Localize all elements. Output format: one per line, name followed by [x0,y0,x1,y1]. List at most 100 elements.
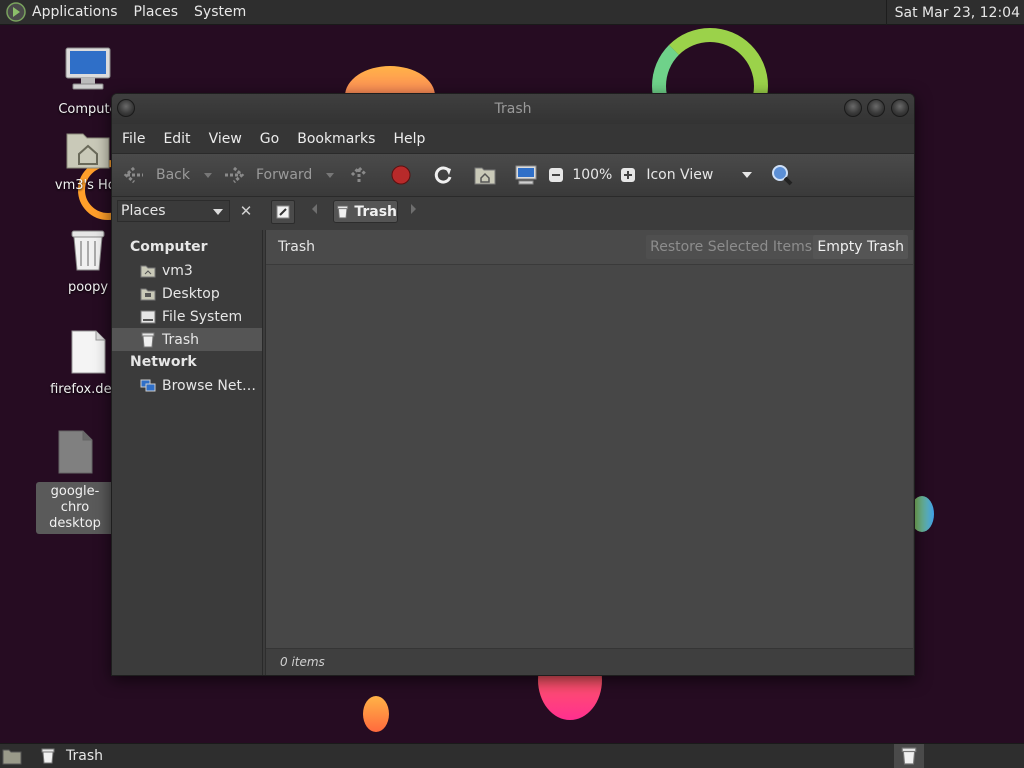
menu-file[interactable]: File [122,131,145,147]
taskbar-item-trash[interactable]: Trash [30,744,270,768]
zoom-in-button[interactable] [620,160,636,190]
places-menu[interactable]: Places [134,4,179,20]
trash-can-icon [141,332,155,347]
desktop-icon-label: google-chro desktop [36,482,114,534]
back-button[interactable]: Back [122,160,190,190]
trash-content-pane[interactable]: Trash Restore Selected Items Empty Trash… [265,230,913,675]
sidebar-item-trash[interactable]: Trash [112,328,262,351]
chevron-down-icon [742,172,753,178]
sidebar-item-label: vm3 [162,262,193,279]
mate-logo-icon[interactable] [6,2,26,22]
desktop-icon-chrome[interactable]: google-chro desktop [36,430,114,534]
home-folder-icon [140,265,156,277]
sidebar-item-label: File System [162,308,243,325]
sidebar-item-label: Trash [162,331,199,348]
trash-info-bar: Trash Restore Selected Items Empty Trash [266,230,913,265]
applications-menu[interactable]: Applications [32,4,118,20]
close-sidebar-button[interactable]: ✕ [235,200,257,222]
chevron-down-icon [326,172,335,178]
breadcrumb-label: Trash [354,203,397,220]
breadcrumb-scroll-left[interactable] [312,204,317,214]
network-icon [140,379,156,391]
home-folder-icon [66,133,110,169]
places-selector[interactable]: Places [117,200,230,222]
show-desktop-icon[interactable] [2,747,22,765]
up-button[interactable] [348,160,370,190]
file-manager-window: Trash File Edit View Go Bookmarks Help B… [111,93,915,676]
trash-can-icon [901,747,917,765]
back-arrow-icon [123,166,143,184]
forward-label: Forward [256,167,313,183]
window-menu-button[interactable] [117,99,135,117]
view-mode-label: Icon View [646,167,714,183]
drive-icon [140,310,156,323]
edit-icon [276,205,290,219]
restore-selected-items-button[interactable]: Restore Selected Items [646,235,816,259]
trash-can-icon [337,205,349,218]
search-icon [772,165,793,186]
home-button[interactable] [474,160,496,190]
trash-can-icon [71,230,105,271]
close-icon: ✕ [239,202,253,220]
chevron-down-icon [213,209,223,215]
back-label: Back [156,167,190,183]
sidebar-item-desktop[interactable]: Desktop [112,282,262,305]
content-title: Trash [278,239,315,255]
zoom-in-icon [621,168,636,182]
bottom-panel: Trash [0,743,1024,768]
computer-icon [515,165,537,185]
trash-applet[interactable] [894,744,924,768]
forward-button[interactable]: Forward [222,160,312,190]
clock[interactable]: Sat Mar 23, 12:04 [885,0,1024,25]
trash-can-icon [41,748,55,764]
zoom-out-icon [549,168,564,182]
sidebar-item-label: Browse Net… [162,377,257,394]
forward-history-dropdown[interactable] [312,160,348,190]
places-selector-label: Places [121,203,166,219]
breadcrumb-scroll-right[interactable] [411,204,416,214]
sidebar-section-network: Network [130,354,197,370]
sidebar-item-label: Desktop [162,285,220,302]
sidebar-item-vm3[interactable]: vm3 [112,259,262,282]
status-text: 0 items [280,655,325,669]
forward-arrow-icon [225,166,245,184]
menu-go[interactable]: Go [260,131,279,147]
computer-icon [65,47,111,90]
close-button[interactable] [891,99,909,117]
document-icon [71,330,106,374]
system-menu[interactable]: System [194,4,246,20]
window-titlebar[interactable]: Trash [112,94,914,124]
taskbar-item-label: Trash [66,748,103,764]
empty-trash-button[interactable]: Empty Trash [813,235,908,259]
reload-icon [435,166,452,184]
up-arrow-icon [351,165,368,183]
zoom-level[interactable]: 100% [572,167,612,183]
menubar: File Edit View Go Bookmarks Help [112,124,914,153]
view-mode-select[interactable]: Icon View [646,160,756,190]
stop-icon [391,165,411,185]
breadcrumb-trash[interactable]: Trash [333,200,398,223]
statusbar: 0 items [266,648,913,675]
zoom-out-button[interactable] [548,160,564,190]
reload-button[interactable] [432,160,454,190]
window-title: Trash [494,101,532,117]
menu-edit[interactable]: Edit [163,131,190,147]
toggle-location-entry-button[interactable] [271,200,295,224]
minimize-button[interactable] [844,99,862,117]
sidebar-section-computer: Computer [130,239,208,255]
sidebar-item-file-system[interactable]: File System [112,305,262,328]
stop-button[interactable] [390,160,412,190]
toolbar: Back Forward 100% Icon View [112,153,914,197]
search-button[interactable] [770,160,794,190]
back-history-dropdown[interactable] [190,160,222,190]
menu-help[interactable]: Help [393,131,425,147]
sidebar-item-browse-network[interactable]: Browse Net… [112,374,262,397]
maximize-button[interactable] [867,99,885,117]
wallpaper-small-orange-blob [363,696,389,732]
document-icon [58,430,93,474]
home-folder-icon [474,167,496,185]
desktop-folder-icon [140,288,156,300]
menu-view[interactable]: View [209,131,242,147]
computer-button[interactable] [514,160,538,190]
menu-bookmarks[interactable]: Bookmarks [297,131,375,147]
